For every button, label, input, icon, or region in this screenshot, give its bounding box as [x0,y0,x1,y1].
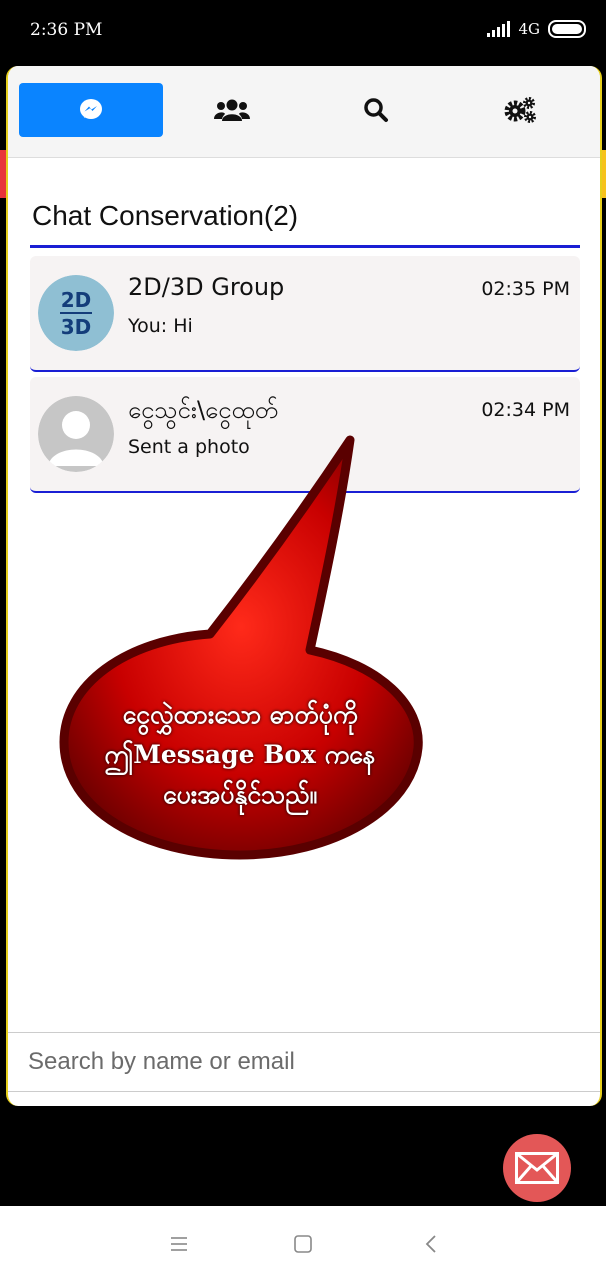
network-type: 4G [518,20,540,38]
callout-line: ပေးအပ်နိုင်သည်။ [162,780,318,809]
chat-name: 2D/3D Group [128,273,285,301]
settings-icon [504,97,536,123]
home-icon [294,1235,312,1253]
chat-time: 02:34 PM [481,399,570,421]
callout-line: ဤMessage Box ကနေ [104,740,376,769]
tab-search[interactable] [304,83,448,137]
group-avatar: 2D 3D [38,275,114,351]
chat-last-message: You: Hi [128,315,193,337]
page-title: Chat Conservation(2) [32,200,299,231]
tab-messages[interactable] [19,83,163,137]
search-bar [8,1032,600,1092]
search-icon [364,98,388,122]
search-input[interactable] [8,1033,600,1091]
status-time: 2:36 PM [30,20,103,40]
tab-bar [8,66,600,158]
avatar-label-bottom: 3D [61,315,92,339]
chat-time: 02:35 PM [481,278,570,300]
back-button[interactable] [416,1229,446,1259]
tab-groups[interactable] [160,83,304,137]
callout-text: ငွေလွှဲထားသော ဓာတ်ပုံကို ဤMessage Box ကန… [70,695,410,815]
menu-button[interactable] [164,1229,194,1259]
messenger-icon [80,99,102,119]
system-nav-bar [0,1206,606,1280]
chat-name: ငွေသွင်း\ငွေထုတ် [128,396,278,424]
users-icon [214,99,250,121]
compose-message-button[interactable] [503,1134,571,1202]
home-button[interactable] [288,1229,318,1259]
back-icon [425,1235,436,1253]
avatar-label-top: 2D [61,288,92,312]
signal-icon [487,21,511,37]
battery-icon [548,20,586,38]
mail-icon [515,1152,559,1184]
chat-list-item[interactable]: 2D 3D 2D/3D Group 02:35 PM You: Hi [30,256,580,372]
status-bar: 2:36 PM 4G [0,0,606,62]
menu-icon [171,1237,187,1251]
tab-settings[interactable] [448,83,592,137]
callout-line: ငွေလွှဲထားသော ဓာတ်ပုံကို [122,700,358,729]
status-icons: 4G [487,20,586,38]
heading-divider [30,245,580,248]
